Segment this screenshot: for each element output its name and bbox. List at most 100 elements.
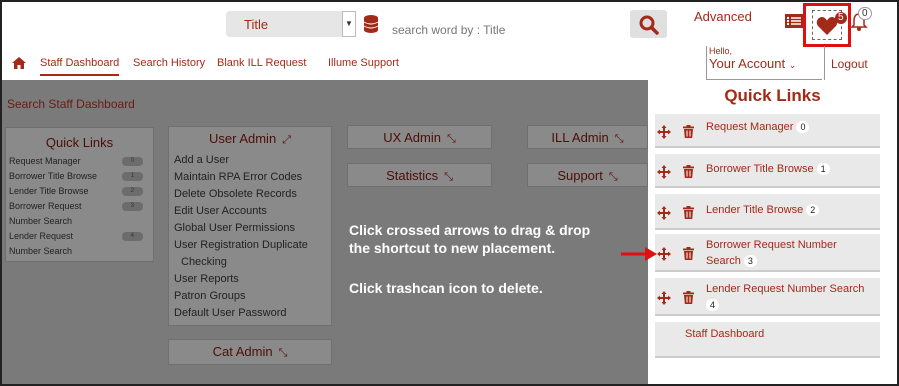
- annotation-line: Click crossed arrows to drag & drop: [349, 222, 591, 238]
- list-item[interactable]: Borrower Title Browse 1: [6, 169, 153, 184]
- quick-links-card: Quick Links Request Manager 0 Borrower Tit…: [5, 127, 154, 262]
- quick-link-request-manager[interactable]: Request Manager 0: [655, 114, 880, 148]
- trash-icon[interactable]: [683, 125, 694, 143]
- nav-staff-dashboard[interactable]: Staff Dashboard: [40, 57, 120, 76]
- advanced-search-link[interactable]: Advanced: [694, 9, 752, 24]
- list-item-label: Number Search: [9, 216, 73, 226]
- ux-admin-card[interactable]: UX Admin ⤡: [347, 125, 492, 149]
- card-title: User Admin: [208, 131, 277, 146]
- expand-icon[interactable]: ⤡: [615, 133, 624, 146]
- list-item[interactable]: Number Search: [6, 244, 153, 259]
- statistics-card[interactable]: Statistics ⤡: [347, 163, 492, 187]
- cat-admin-card[interactable]: Cat Admin ⤡: [168, 339, 332, 365]
- quick-links-panel: Quick Links Request Manager 0 Borrower Ti…: [648, 80, 897, 384]
- count-badge: 2: [806, 204, 820, 216]
- drag-move-icon[interactable]: [657, 165, 671, 184]
- favorites-count-badge: 5: [835, 12, 847, 24]
- user-admin-link[interactable]: User Reports: [169, 271, 331, 288]
- home-icon[interactable]: [12, 57, 26, 69]
- annotation-line: the shortcut to new placement.: [349, 240, 556, 256]
- panel-title: Quick Links: [724, 86, 821, 105]
- link-label: Borrower Request Number: [706, 239, 837, 251]
- list-item-label: Request Manager: [9, 156, 81, 166]
- card-title: ILL Admin: [551, 130, 609, 145]
- search-button[interactable]: [630, 10, 667, 38]
- trash-icon[interactable]: [683, 206, 694, 224]
- quick-link-lender-title-browse[interactable]: Lender Title Browse 2: [655, 194, 880, 230]
- notifications-count-badge: 0: [858, 7, 872, 20]
- card-title: Quick Links: [45, 135, 114, 150]
- annotation-drag-text: Click crossed arrows to drag & drop the …: [349, 221, 590, 257]
- count-badge: 3: [121, 202, 143, 211]
- card-title: Cat Admin: [212, 344, 273, 359]
- quick-link-borrower-title-browse[interactable]: Borrower Title Browse 1: [655, 154, 880, 188]
- expand-icon[interactable]: ⤡: [609, 171, 618, 184]
- logout-link[interactable]: Logout: [824, 46, 897, 80]
- list-item[interactable]: Borrower Request 3: [6, 199, 153, 214]
- nav-search-history[interactable]: Search History: [133, 57, 205, 69]
- search-field-value: Title: [244, 17, 269, 32]
- user-admin-link[interactable]: Edit User Accounts: [169, 203, 331, 220]
- screenshot-frame: Title ▼ Advanced: [0, 0, 899, 386]
- drag-move-icon[interactable]: [657, 247, 671, 266]
- user-admin-link[interactable]: Checking: [169, 254, 331, 271]
- account-label: Your Account: [709, 56, 786, 71]
- drag-move-icon[interactable]: [657, 125, 671, 144]
- card-title: Statistics: [386, 168, 439, 183]
- user-admin-link[interactable]: Global User Permissions: [169, 220, 331, 237]
- expand-icon[interactable]: ⤡: [444, 171, 453, 184]
- list-item-label: Number Search: [9, 246, 73, 256]
- chevron-down-icon: ⌄: [788, 60, 797, 70]
- page-title: Search Staff Dashboard: [7, 97, 135, 111]
- database-icon[interactable]: [362, 14, 380, 34]
- link-label: Borrower Title Browse: [706, 163, 814, 175]
- count-badge: 0: [121, 157, 143, 166]
- list-icon[interactable]: [785, 13, 803, 29]
- card-title: Support: [557, 168, 603, 183]
- nav-illume-support[interactable]: Illume Support: [328, 57, 399, 69]
- link-label: Request Manager: [706, 121, 794, 133]
- main-nav: Staff Dashboard Search History Blank ILL…: [2, 46, 897, 80]
- search-input[interactable]: [392, 17, 612, 43]
- drag-move-icon[interactable]: [657, 291, 671, 310]
- search-field-select[interactable]: Title ▼: [226, 11, 356, 37]
- list-item[interactable]: Lender Title Browse 2: [6, 184, 153, 199]
- chevron-down-icon[interactable]: ▼: [342, 11, 356, 37]
- expand-icon[interactable]: ⤡: [447, 133, 456, 146]
- ill-admin-card[interactable]: ILL Admin ⤡: [527, 125, 648, 149]
- link-label: Lender Request Number Search: [706, 283, 865, 295]
- red-pointer-arrow-icon: [621, 247, 657, 261]
- trash-icon[interactable]: [683, 165, 694, 183]
- expand-icon[interactable]: ⤡: [279, 347, 288, 360]
- drag-move-icon[interactable]: [657, 206, 671, 225]
- user-admin-link[interactable]: Patron Groups: [169, 288, 331, 305]
- user-admin-link[interactable]: Maintain RPA Error Codes: [169, 169, 331, 186]
- list-item[interactable]: Lender Request 4: [6, 229, 153, 244]
- quick-link-borrower-request-number-search[interactable]: Borrower Request Number Search 3: [655, 234, 880, 272]
- link-label: Staff Dashboard: [685, 328, 765, 340]
- hello-label: Hello,: [709, 46, 733, 56]
- user-admin-link[interactable]: Delete Obsolete Records: [169, 186, 331, 203]
- count-badge: 0: [796, 121, 810, 133]
- link-label: Lender Title Browse: [706, 204, 804, 216]
- list-item-label: Lender Title Browse: [9, 186, 89, 196]
- expand-icon[interactable]: ⤢: [282, 134, 291, 147]
- support-card[interactable]: Support ⤡: [527, 163, 648, 187]
- card-title: UX Admin: [383, 130, 441, 145]
- trash-icon[interactable]: [683, 247, 694, 265]
- list-item-label: Borrower Title Browse: [9, 171, 98, 181]
- trash-icon[interactable]: [683, 291, 694, 309]
- user-admin-link[interactable]: Add a User: [169, 152, 331, 169]
- user-admin-link[interactable]: User Registration Duplicate: [169, 237, 331, 254]
- user-admin-link[interactable]: Default User Password: [169, 305, 331, 322]
- link-label-continued: Search: [706, 255, 741, 267]
- list-item[interactable]: Number Search: [6, 214, 153, 229]
- list-item[interactable]: Request Manager 0: [6, 154, 153, 169]
- favorites-button[interactable]: 5: [812, 10, 847, 40]
- quick-link-lender-request-number-search[interactable]: Lender Request Number Search 4: [655, 278, 880, 316]
- account-menu[interactable]: Hello, Your Account ⌄: [706, 46, 822, 80]
- quick-link-staff-dashboard[interactable]: Staff Dashboard: [655, 322, 880, 358]
- nav-blank-ill-request[interactable]: Blank ILL Request: [217, 57, 306, 69]
- count-badge: 2: [121, 187, 143, 196]
- count-badge: 4: [121, 232, 143, 241]
